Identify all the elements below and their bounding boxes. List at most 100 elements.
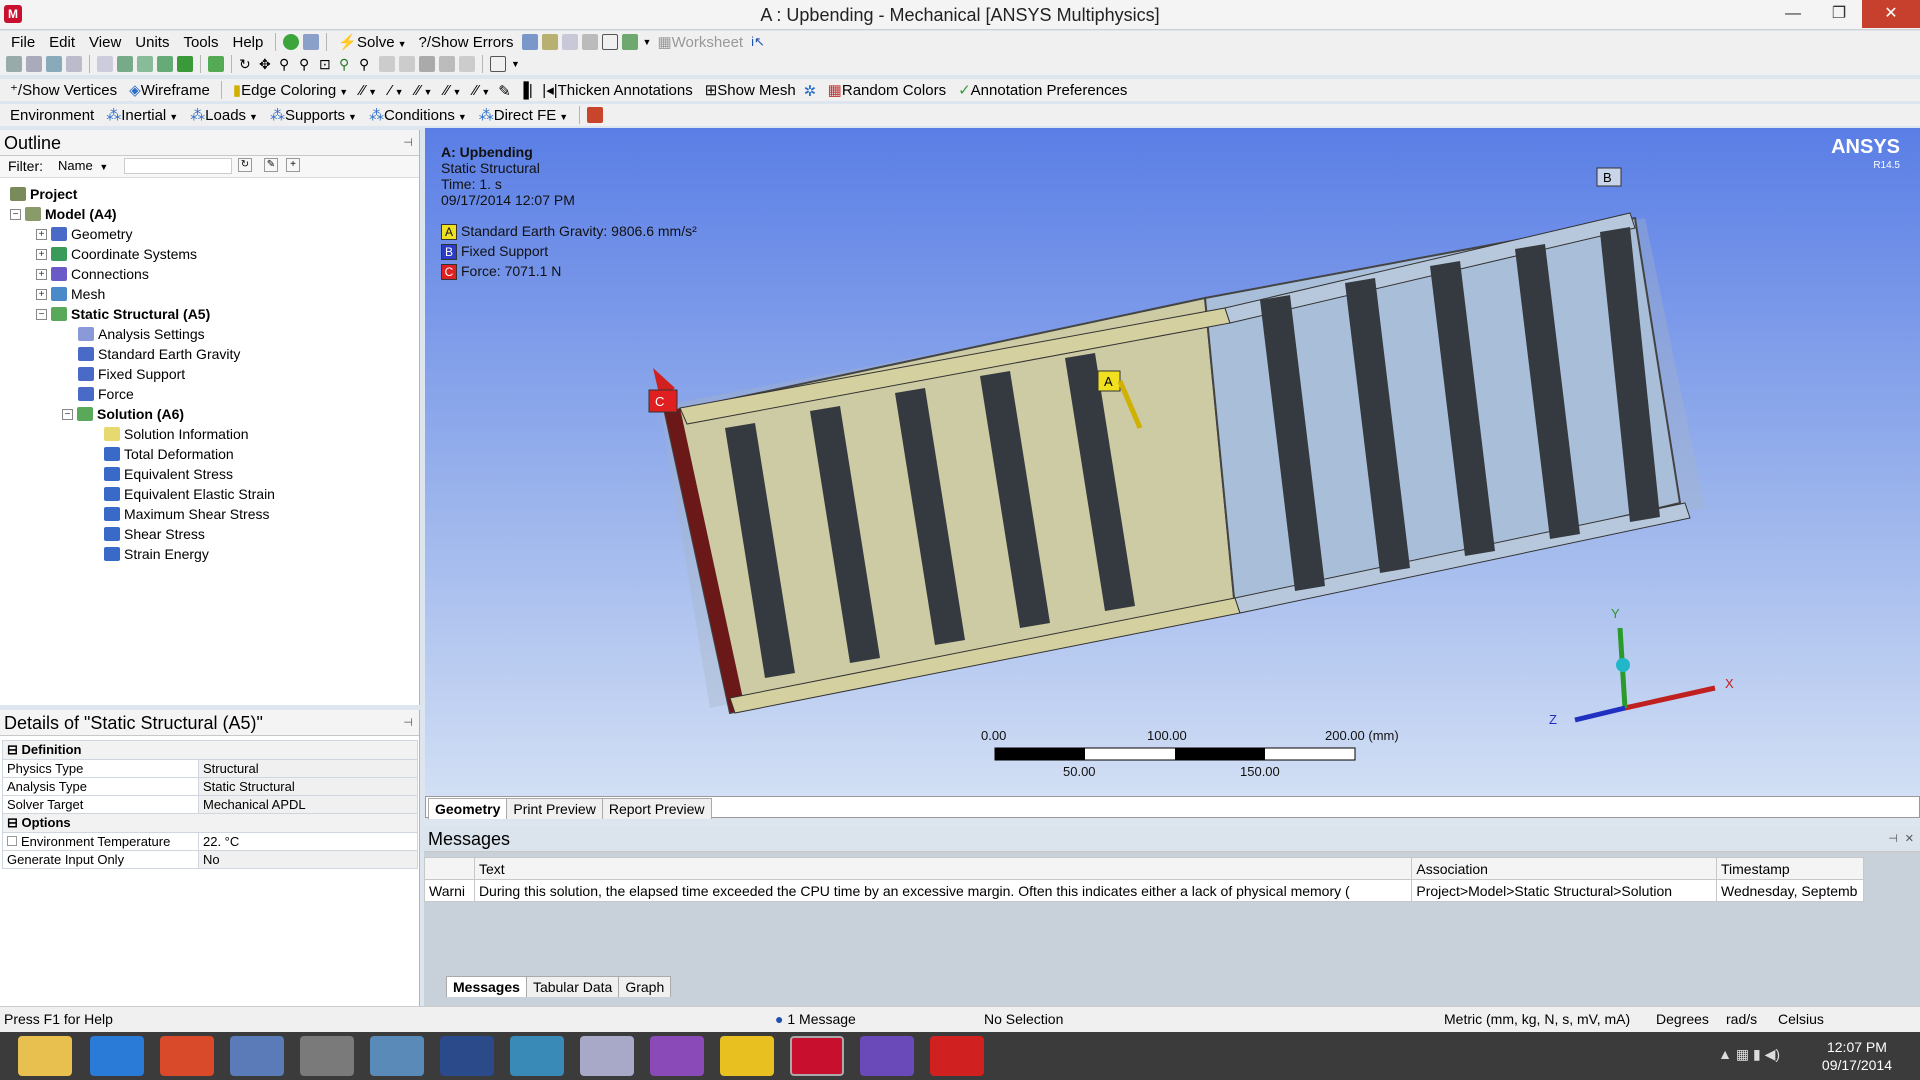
- tab-messages[interactable]: Messages: [446, 976, 527, 997]
- report-icon[interactable]: [561, 34, 578, 50]
- show-vertices-button[interactable]: ⁺/Show Vertices: [4, 81, 123, 99]
- tree-item-geometry[interactable]: + Geometry: [36, 224, 132, 244]
- supports-button[interactable]: ⁂Supports ▼: [264, 106, 363, 124]
- tree-item-model[interactable]: − Model (A4): [10, 204, 117, 224]
- tree-item-strain-energy[interactable]: Strain Energy: [104, 544, 209, 564]
- collapse-icon[interactable]: ⊟: [7, 815, 22, 830]
- select-face-icon[interactable]: [117, 56, 133, 72]
- details-row[interactable]: Environment Temperature 22. °C: [2, 832, 418, 851]
- details-group-options[interactable]: ⊟ Options: [2, 813, 418, 833]
- zoom-icon[interactable]: ⚲: [279, 56, 295, 72]
- tray-icons[interactable]: ▲ ▦ ▮ ◀): [1718, 1046, 1780, 1063]
- image-icon[interactable]: [541, 34, 558, 50]
- loads-button[interactable]: ⁂Loads ▼: [184, 106, 264, 124]
- bandicam-icon[interactable]: [160, 1036, 214, 1076]
- viewport-layout-icon[interactable]: [490, 56, 506, 72]
- show-errors-button[interactable]: ?/Show Errors: [413, 34, 520, 51]
- edge-style-2-button[interactable]: ⁄ ▼: [383, 82, 409, 99]
- select-all-icon[interactable]: [157, 56, 173, 72]
- column-header-timestamp[interactable]: Timestamp: [1715, 857, 1865, 880]
- restore-button[interactable]: ❐: [1816, 0, 1862, 28]
- graphics-viewport[interactable]: A: Upbending Static Structural Time: 1. …: [425, 128, 1920, 796]
- pin-icon[interactable]: ✎: [498, 82, 514, 100]
- link-icon[interactable]: [581, 34, 598, 50]
- random-colors-button[interactable]: ▦Random Colors: [822, 81, 952, 99]
- message-row[interactable]: Warni During this solution, the elapsed …: [424, 879, 1865, 902]
- tree-item-force[interactable]: Force: [78, 384, 134, 404]
- details-value[interactable]: 22. °C: [198, 832, 418, 851]
- next-view-icon[interactable]: [399, 56, 415, 72]
- menu-edit[interactable]: Edit: [42, 34, 82, 51]
- column-header-type[interactable]: [424, 857, 475, 880]
- filter-select[interactable]: Name ▼: [58, 158, 108, 173]
- edge-style-5-button[interactable]: ⁄⁄ ▼: [467, 82, 496, 99]
- expand-all-icon[interactable]: +: [286, 158, 300, 172]
- select-mode-icon[interactable]: [6, 56, 22, 72]
- tree-item-project[interactable]: Project: [10, 184, 77, 204]
- triad[interactable]: [1574, 627, 1716, 723]
- app-icon-6[interactable]: [370, 1036, 424, 1076]
- mechanical-app-icon[interactable]: [790, 1036, 844, 1076]
- commands-icon[interactable]: [587, 107, 604, 123]
- visual-studio-icon[interactable]: [860, 1036, 914, 1076]
- app-icon-10[interactable]: [650, 1036, 704, 1076]
- details-row[interactable]: Solver Target Mechanical APDL: [2, 795, 418, 814]
- tab-graph[interactable]: Graph: [618, 976, 672, 997]
- details-value[interactable]: Mechanical APDL: [198, 795, 418, 814]
- annotation-icon[interactable]: [601, 34, 618, 50]
- details-value[interactable]: Static Structural: [198, 777, 418, 796]
- select-vertex-icon[interactable]: [46, 56, 62, 72]
- tree-item-total-deformation[interactable]: Total Deformation: [104, 444, 234, 464]
- tree-item-equivalent-elastic-strain[interactable]: Equivalent Elastic Strain: [104, 484, 275, 504]
- zoom-box-icon[interactable]: ⚲: [299, 56, 315, 72]
- display-icon[interactable]: [208, 56, 224, 72]
- solve-button[interactable]: ⚡Solve ▼: [332, 33, 412, 51]
- collapse-icon[interactable]: −: [62, 408, 73, 420]
- status-rotation-units[interactable]: rad/s: [1726, 1011, 1757, 1027]
- refresh-icon[interactable]: ↻: [238, 158, 252, 172]
- worksheet-button[interactable]: ▦Worksheet: [651, 33, 749, 51]
- expand-icon[interactable]: +: [36, 268, 47, 280]
- close-button[interactable]: ✕: [1862, 0, 1920, 28]
- tree-item-maximum-shear-stress[interactable]: Maximum Shear Stress: [104, 504, 269, 524]
- tree-item-equivalent-stress[interactable]: Equivalent Stress: [104, 464, 233, 484]
- edge-style-3-button[interactable]: ⁄⁄ ▼: [409, 82, 438, 99]
- tree-item-static-structural[interactable]: − Static Structural (A5): [36, 304, 210, 324]
- select-point-icon[interactable]: [26, 56, 42, 72]
- thicken-annotations-button[interactable]: |◂|Thicken Annotations: [536, 81, 698, 99]
- tree-item-solution[interactable]: − Solution (A6): [62, 404, 184, 424]
- file-explorer-icon[interactable]: [18, 1036, 72, 1076]
- expand-icon[interactable]: +: [36, 288, 47, 300]
- grid-icon[interactable]: [521, 34, 538, 50]
- pan-icon[interactable]: ✥: [259, 56, 275, 72]
- internet-explorer-icon[interactable]: [90, 1036, 144, 1076]
- collapse-icon[interactable]: ⊟: [7, 742, 22, 757]
- edge-coloring-button[interactable]: ▮Edge Coloring ▼: [227, 81, 354, 99]
- details-row[interactable]: Analysis Type Static Structural: [2, 777, 418, 796]
- details-value[interactable]: No: [198, 850, 418, 869]
- model-geometry[interactable]: B A C: [425, 128, 1920, 796]
- wireframe-button[interactable]: ◈Wireframe: [123, 81, 216, 99]
- menu-view[interactable]: View: [82, 34, 128, 51]
- solidworks-icon[interactable]: [930, 1036, 984, 1076]
- app-icon-11[interactable]: [720, 1036, 774, 1076]
- menu-help[interactable]: Help: [226, 34, 271, 51]
- app-icon-4[interactable]: [230, 1036, 284, 1076]
- app-icon-9[interactable]: [580, 1036, 634, 1076]
- explode-icon[interactable]: ✲: [804, 82, 820, 100]
- tree-item-shear-stress[interactable]: Shear Stress: [104, 524, 205, 544]
- menu-units[interactable]: Units: [128, 34, 176, 51]
- clock[interactable]: 12:07 PM 09/17/2014: [1822, 1038, 1892, 1074]
- pin-icon[interactable]: ⊣: [1888, 832, 1898, 845]
- tree-item-analysis-settings[interactable]: Analysis Settings: [78, 324, 205, 344]
- collapse-icon[interactable]: −: [36, 308, 47, 320]
- tree-item-solution-information[interactable]: Solution Information: [104, 424, 249, 444]
- expand-icon[interactable]: +: [36, 248, 47, 260]
- tree-icon[interactable]: [303, 34, 320, 50]
- clear-filter-icon[interactable]: ✎: [264, 158, 278, 172]
- previous-view-icon[interactable]: [379, 56, 395, 72]
- conditions-button[interactable]: ⁂Conditions ▼: [363, 106, 473, 124]
- pin-icon[interactable]: ⊣: [403, 716, 413, 729]
- column-header-text[interactable]: Text: [473, 857, 1413, 880]
- status-units[interactable]: Metric (mm, kg, N, s, mV, mA): [1444, 1011, 1630, 1027]
